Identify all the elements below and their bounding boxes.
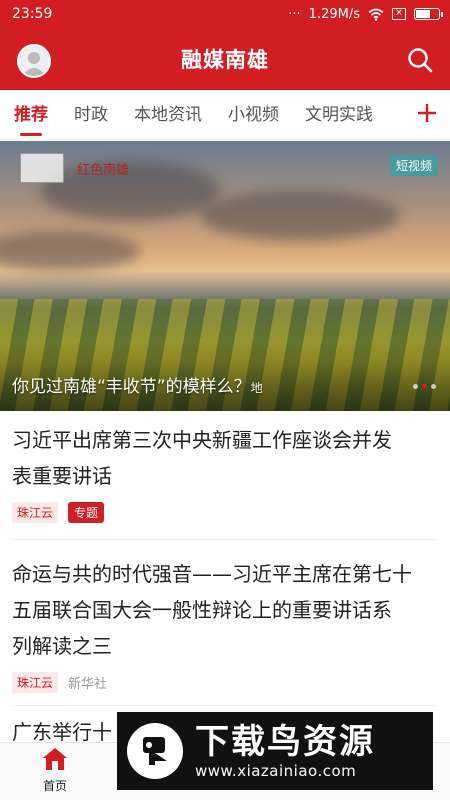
cloud-shape xyxy=(200,191,400,241)
news-item[interactable]: 习近平出席第三次中央新疆工作座谈会并发 表重要讲话 珠江云 专题 xyxy=(12,422,438,540)
network-speed: 1.29M/s xyxy=(308,6,360,22)
nav-home-label: 首页 xyxy=(42,779,67,793)
tab-civilization[interactable]: 文明实践 xyxy=(305,90,373,140)
hero-caption: 你见过南雄“丰收节”的模样么？地 xyxy=(12,372,263,397)
hero-caption-tail: 地 xyxy=(250,381,263,395)
watermark-text: 下载鸟资源 www.xiazainiao.com xyxy=(195,722,375,780)
news-meta: 珠江云 新华社 xyxy=(12,672,438,693)
hero-banner[interactable]: 红色南雄 短视频 你见过南雄“丰收节”的模样么？地 xyxy=(0,141,450,411)
app-header: 融媒南雄 xyxy=(0,28,450,90)
news-meta: 珠江云 专题 xyxy=(12,502,438,523)
news-title-line: 命运与共的时代强音——习近平主席在第七十 xyxy=(12,562,412,586)
tab-recommend[interactable]: 推荐 xyxy=(14,90,48,140)
search-icon[interactable] xyxy=(406,46,434,74)
no-sim-icon: × xyxy=(392,8,406,20)
short-video-badge: 短视频 xyxy=(389,155,438,176)
hero-caption-text: 你见过南雄“丰收节”的模样么？ xyxy=(12,377,251,397)
status-bar: 23:59 ··· 1.29M/s × xyxy=(0,0,450,28)
news-title: 习近平出席第三次中央新疆工作座谈会并发 表重要讲话 xyxy=(12,422,438,494)
news-title-line: 列解读之三 xyxy=(12,634,112,658)
status-time: 23:59 xyxy=(12,6,53,22)
home-icon xyxy=(43,748,67,770)
news-title-line: 五届联合国大会一般性辩论上的重要讲话系 xyxy=(12,598,392,622)
carousel-dot[interactable] xyxy=(431,384,436,389)
publisher-text: 新华社 xyxy=(68,677,108,692)
status-indicators: ··· 1.29M/s × xyxy=(288,6,443,22)
carousel-dot[interactable] xyxy=(413,384,418,389)
news-title-line: 习近平出席第三次中央新疆工作座谈会并发 xyxy=(12,428,392,452)
wifi-icon xyxy=(368,8,384,21)
bird-logo-icon xyxy=(127,723,183,779)
news-title: 命运与共的时代强音——习近平主席在第七十 五届联合国大会一般性辩论上的重要讲话系… xyxy=(12,556,438,664)
battery-icon xyxy=(414,8,443,20)
tab-short-video[interactable]: 小视频 xyxy=(228,90,279,140)
add-channel-icon[interactable] xyxy=(416,102,438,124)
topic-tag[interactable]: 专题 xyxy=(68,502,105,523)
avatar[interactable] xyxy=(17,44,51,78)
logo-mark-icon xyxy=(20,153,64,183)
hero-logo: 红色南雄 xyxy=(20,153,129,183)
app-title: 融媒南雄 xyxy=(181,48,269,72)
source-tag: 珠江云 xyxy=(12,502,59,523)
watermark: 下载鸟资源 www.xiazainiao.com xyxy=(117,712,433,790)
channel-tabs: 推荐 时政 本地资讯 小视频 文明实践 xyxy=(0,90,450,140)
news-title-line: 表重要讲话 xyxy=(12,464,112,488)
user-icon xyxy=(22,52,46,76)
logo-text: 红色南雄 xyxy=(70,158,129,178)
source-tag: 珠江云 xyxy=(12,672,59,693)
carousel-dot-active[interactable] xyxy=(422,384,427,389)
status-dots: ··· xyxy=(288,6,301,22)
cloud-shape xyxy=(0,231,140,271)
bird-icon xyxy=(143,737,167,765)
news-item[interactable]: 命运与共的时代强音——习近平主席在第七十 五届联合国大会一般性辩论上的重要讲话系… xyxy=(12,556,438,706)
tab-local-news[interactable]: 本地资讯 xyxy=(134,90,202,140)
carousel-dots xyxy=(413,384,436,389)
nav-home[interactable]: 首页 xyxy=(30,747,80,794)
watermark-title: 下载鸟资源 xyxy=(195,722,375,762)
tab-politics[interactable]: 时政 xyxy=(74,90,108,140)
watermark-url: www.xiazainiao.com xyxy=(195,762,357,780)
